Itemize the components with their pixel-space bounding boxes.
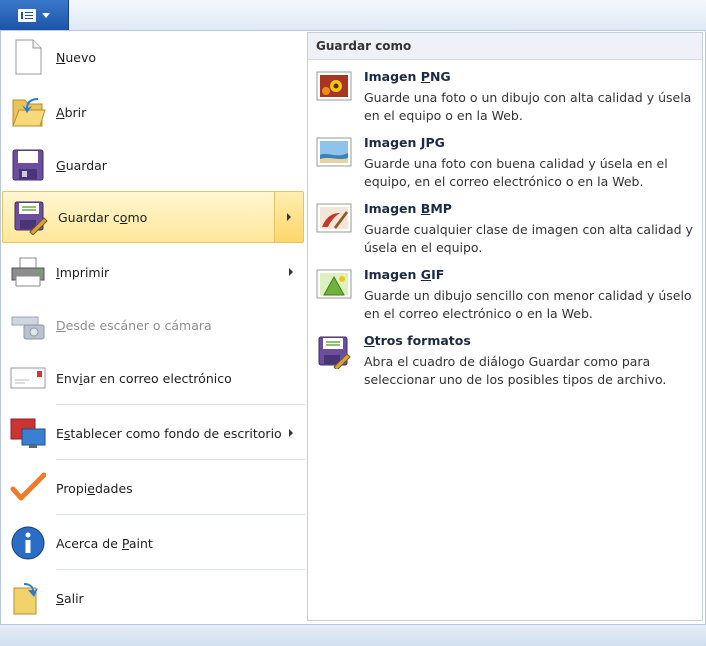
menu-item-label: Guardar [56, 157, 107, 173]
menu-item-desde-escaner: Desde escáner o cámara [1, 299, 307, 351]
menu-separator [56, 569, 305, 570]
menu-separator [56, 514, 305, 515]
menu-item-imprimir[interactable]: Imprimir [1, 246, 307, 298]
printer-icon [11, 257, 45, 287]
other-formats-icon [318, 336, 351, 369]
title-bar [0, 0, 706, 31]
menu-item-propiedades[interactable]: Propiedades [1, 462, 307, 514]
bmp-image-icon [316, 203, 352, 233]
save-as-icon [14, 201, 48, 235]
paint-menu-button[interactable] [0, 0, 69, 30]
open-folder-icon [12, 98, 46, 127]
dropdown-arrow-icon [42, 12, 50, 18]
application-menu: Nuevo Abrir Guardar Guardar como Imprimi… [0, 30, 706, 625]
save-as-bmp-option[interactable]: Imagen BMP Guarde cualquier clase de ima… [316, 201, 696, 265]
save-as-gif-option[interactable]: Imagen GIF Guarde un dibujo sencillo con… [316, 267, 696, 331]
info-icon [11, 526, 45, 560]
menu-item-acerca-de-paint[interactable]: Acerca de Paint [1, 517, 307, 569]
menu-item-label: Nuevo [56, 49, 97, 65]
submenu-title: Guardar como [308, 33, 702, 60]
option-description: Guarde una foto con buena calidad y úsel… [364, 156, 668, 189]
menu-item-enviar-correo[interactable]: Enviar en correo electrónico [1, 352, 307, 404]
menu-item-label: Acerca de Paint [56, 535, 153, 551]
menu-item-label: Desde escáner o cámara [56, 317, 212, 333]
option-description: Guarde una foto o un dibujo con alta cal… [364, 90, 692, 123]
desktop-background-icon [10, 418, 46, 448]
menu-item-label: Abrir [56, 104, 87, 120]
option-description: Guarde un dibujo sencillo con menor cali… [364, 288, 692, 321]
option-title: Imagen BMP [364, 201, 452, 216]
menu-item-nuevo[interactable]: Nuevo [1, 31, 307, 83]
menu-document-icon [18, 8, 36, 22]
menu-commands: Nuevo Abrir Guardar Guardar como Imprimi… [1, 31, 307, 624]
menu-item-label: Salir [56, 590, 84, 606]
save-as-other-formats-option[interactable]: Otros formatos Abra el cuadro de diálogo… [316, 333, 696, 397]
save-disk-icon [12, 149, 44, 181]
checkmark-icon [10, 472, 46, 501]
gif-image-icon [316, 269, 352, 299]
jpg-image-icon [316, 137, 352, 167]
submenu-arrow-icon [289, 429, 293, 437]
menu-item-abrir[interactable]: Abrir [1, 86, 307, 138]
submenu-arrow-icon [289, 268, 293, 276]
new-document-icon [15, 39, 42, 75]
submenu-arrow-icon [287, 213, 291, 221]
exit-icon [13, 583, 38, 615]
menu-item-guardar[interactable]: Guardar [1, 139, 307, 191]
save-as-submenu: Guardar como Imagen PNG Guarde una foto … [307, 32, 703, 621]
png-image-icon [316, 71, 352, 101]
menu-item-guardar-como[interactable]: Guardar como [2, 191, 304, 243]
option-title: Imagen GIF [364, 267, 445, 282]
menu-item-label: Enviar en correo electrónico [56, 370, 232, 386]
option-description: Guarde cualquier clase de imagen con alt… [364, 222, 693, 255]
scanner-camera-icon [11, 316, 45, 340]
option-description: Abra el cuadro de diálogo Guardar como p… [364, 354, 667, 387]
menu-item-fondo-escritorio[interactable]: Establecer como fondo de escritorio [1, 407, 307, 459]
menu-separator [56, 404, 305, 405]
option-title: Imagen JPG [364, 135, 445, 150]
menu-separator [56, 459, 305, 460]
option-title: Imagen PNG [364, 69, 451, 84]
menu-item-label: Imprimir [56, 264, 110, 280]
save-as-jpg-option[interactable]: Imagen JPG Guarde una foto con buena cal… [316, 135, 696, 199]
menu-item-salir[interactable]: Salir [1, 572, 307, 624]
save-as-png-option[interactable]: Imagen PNG Guarde una foto o un dibujo c… [316, 69, 696, 133]
menu-item-label: Establecer como fondo de escritorio [56, 425, 282, 441]
status-bar [0, 624, 706, 646]
email-icon [10, 367, 46, 389]
option-title: Otros formatos [364, 333, 471, 348]
menu-item-label: Propiedades [56, 480, 133, 496]
menu-item-label: Guardar como [58, 209, 148, 225]
